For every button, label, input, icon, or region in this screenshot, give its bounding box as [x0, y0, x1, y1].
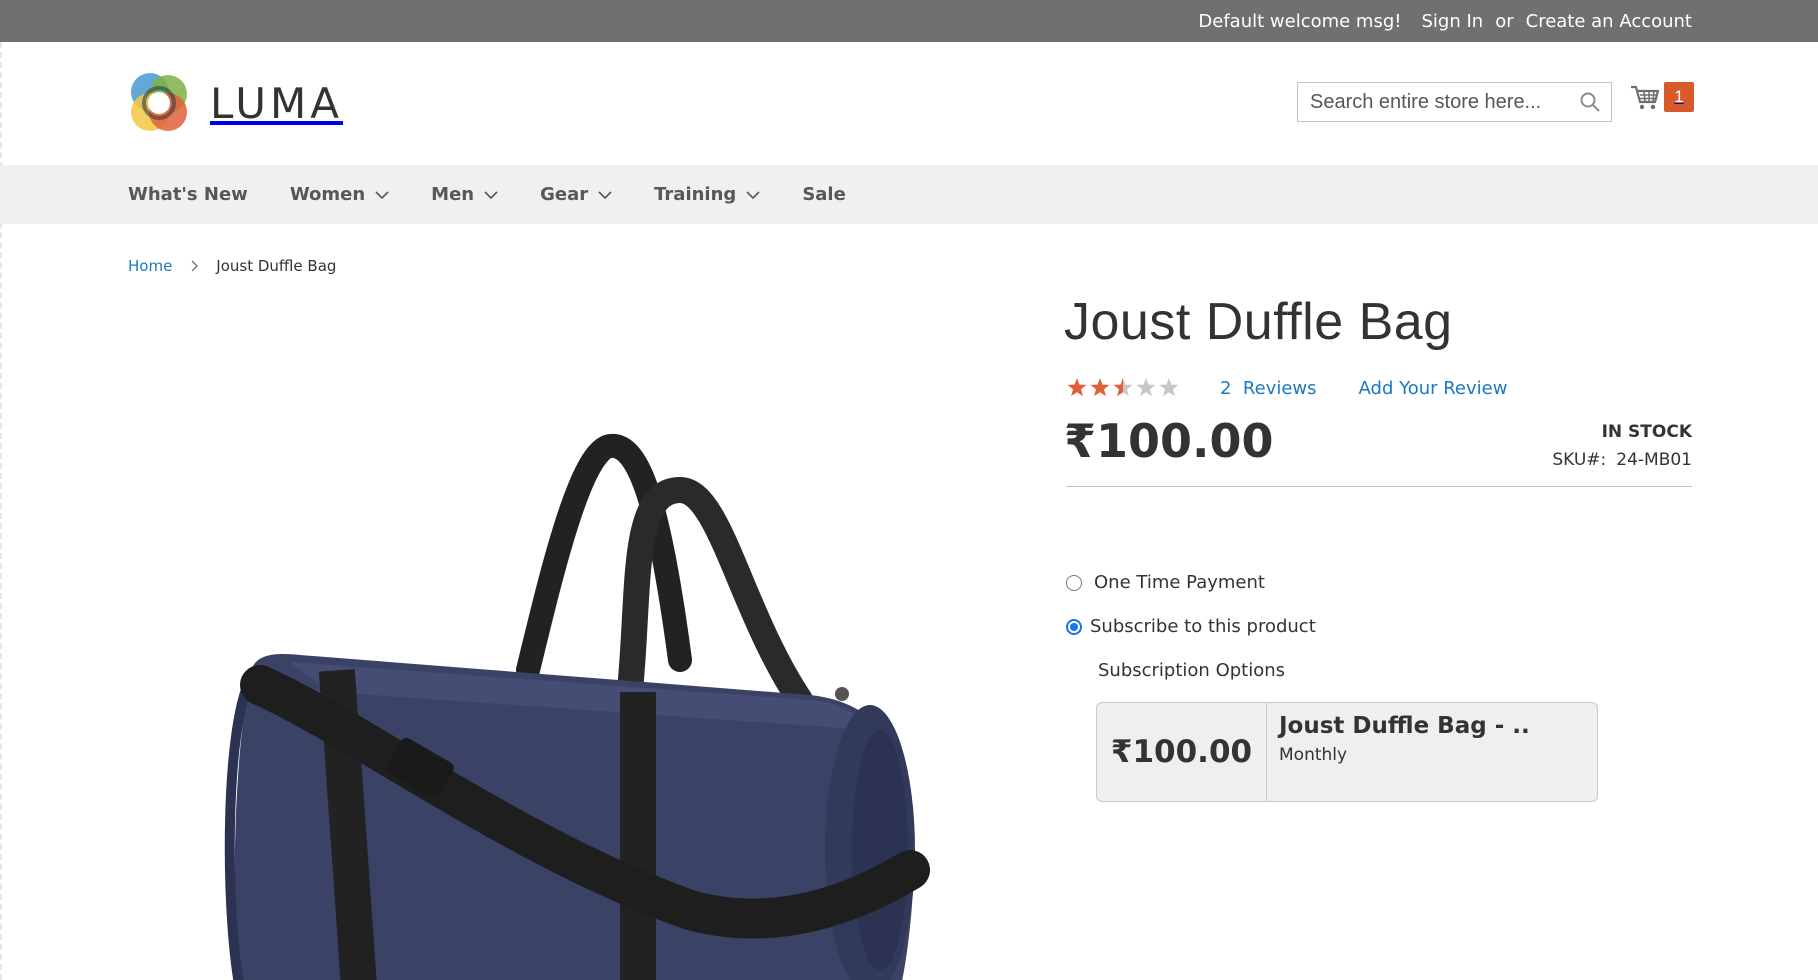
welcome-message: Default welcome msg!	[1198, 10, 1402, 32]
search-icon[interactable]	[1579, 91, 1601, 113]
subscription-option-card[interactable]: ₹100.00 Joust Duffle Bag - .. Monthly	[1096, 702, 1598, 802]
nav-item-label: Gear	[540, 184, 589, 205]
minicart[interactable]: 1	[1630, 82, 1694, 112]
subscribe-radio[interactable]	[1066, 618, 1082, 635]
chevron-down-icon	[484, 190, 498, 199]
subscription-frequency: Monthly	[1279, 745, 1348, 765]
subscription-name: Joust Duffle Bag - ..	[1279, 713, 1530, 739]
nav-item-label: Women	[289, 184, 366, 205]
nav-list: What's New Women Men Gear Training Sale	[0, 165, 1818, 224]
nav-item-men[interactable]: Men	[431, 184, 498, 205]
star-icon	[1136, 378, 1156, 397]
breadcrumb-current: Joust Duffle Bag	[216, 257, 337, 275]
cart-icon	[1631, 85, 1660, 110]
top-panel: Default welcome msg! Sign In or Create a…	[0, 0, 1818, 42]
or-separator: or	[1495, 10, 1514, 32]
star-icon	[1113, 378, 1133, 397]
breadcrumb-home-link[interactable]: Home	[128, 257, 172, 275]
subscription-options-title: Subscription Options	[1098, 660, 1286, 681]
product-price: ₹100.00	[1064, 414, 1274, 468]
divider	[1066, 486, 1692, 487]
chevron-down-icon	[746, 190, 760, 199]
subscribe-option[interactable]: Subscribe to this product	[1066, 616, 1316, 637]
chevron-down-icon	[598, 190, 612, 199]
stock-status: In stock	[1601, 422, 1692, 442]
nav-item-label: Training	[654, 184, 737, 205]
chevron-down-icon	[375, 190, 389, 199]
star-icon	[1090, 378, 1110, 397]
star-icon	[1159, 378, 1179, 397]
logo[interactable]: LUMA	[126, 70, 343, 136]
nav-item-label: Sale	[802, 184, 846, 205]
reviews-label: Reviews	[1242, 377, 1317, 399]
luma-logo-icon	[131, 73, 187, 131]
one-time-payment-radio[interactable]	[1066, 574, 1082, 591]
header: LUMA 1	[0, 42, 1818, 165]
top-links: Default welcome msg! Sign In or Create a…	[1198, 0, 1692, 42]
create-account-link[interactable]: Create an Account	[1526, 11, 1692, 32]
add-review-link[interactable]: Add Your Review	[1359, 378, 1508, 399]
subscription-info: Joust Duffle Bag - .. Monthly	[1267, 703, 1542, 801]
nav-item-training[interactable]: Training	[654, 184, 760, 205]
nav-item-label: Men	[431, 184, 475, 205]
product-title: Joust Duffle Bag	[1064, 293, 1453, 351]
nav-item-gear[interactable]: Gear	[540, 184, 612, 205]
search-input[interactable]	[1310, 90, 1565, 114]
reviews-count: 2	[1220, 377, 1232, 399]
subscribe-label: Subscribe to this product	[1090, 616, 1316, 637]
sku-value: 24-MB01	[1616, 450, 1692, 470]
one-time-payment-label: One Time Payment	[1094, 572, 1265, 593]
one-time-payment-option[interactable]: One Time Payment	[1066, 572, 1265, 593]
breadcrumb: Home Joust Duffle Bag	[128, 257, 336, 275]
product-sku: SKU#: 24-MB01	[1552, 450, 1692, 470]
reviews-link[interactable]: 2 Reviews	[1220, 378, 1317, 399]
product-rating-row: 2 Reviews Add Your Review	[1066, 377, 1507, 399]
subscription-price: ₹100.00	[1097, 703, 1267, 801]
sign-in-link[interactable]: Sign In	[1422, 11, 1484, 32]
nav-item-whats-new[interactable]: What's New	[128, 184, 248, 205]
main-nav: What's New Women Men Gear Training Sale	[0, 165, 1818, 224]
search-box	[1297, 82, 1612, 122]
nav-item-sale[interactable]: Sale	[802, 184, 846, 205]
chevron-right-icon	[191, 260, 199, 272]
cart-count-badge: 1	[1664, 82, 1694, 112]
product-image[interactable]	[220, 430, 940, 980]
nav-item-label: What's New	[128, 184, 248, 205]
rating-stars	[1067, 378, 1179, 397]
sku-label: SKU#:	[1552, 450, 1607, 470]
logo-text: LUMA	[210, 78, 344, 128]
nav-item-women[interactable]: Women	[290, 184, 389, 205]
star-icon	[1067, 378, 1087, 397]
